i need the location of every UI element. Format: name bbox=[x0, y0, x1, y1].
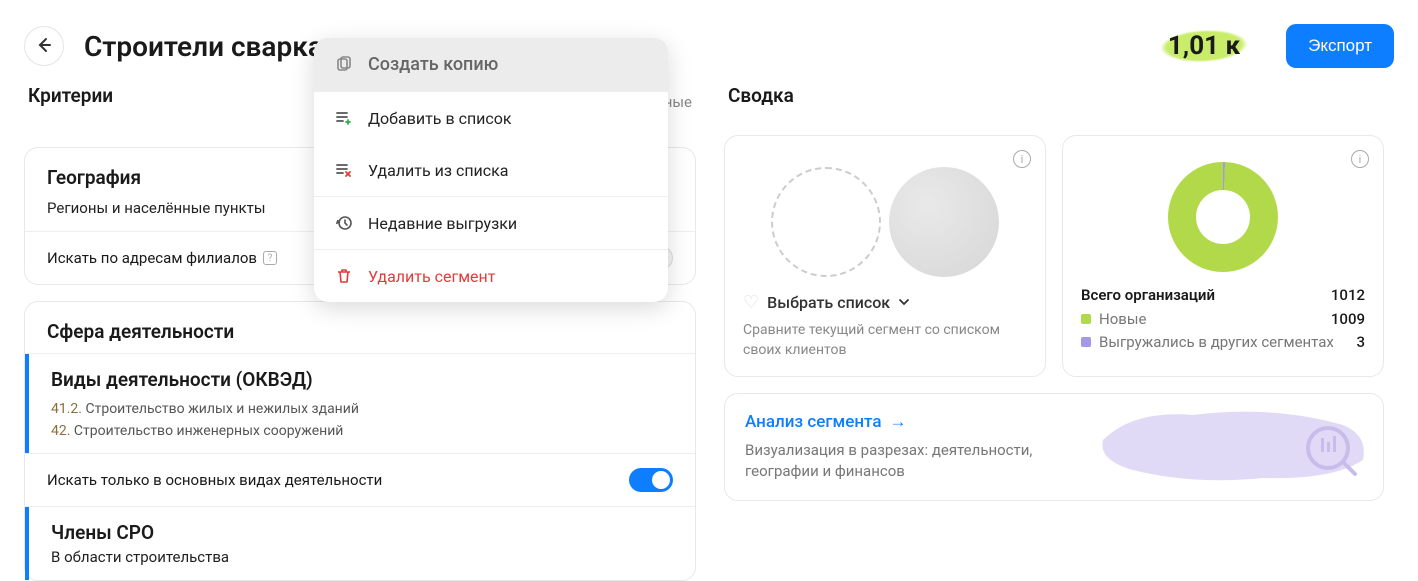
analysis-link[interactable]: Анализ сегмента → bbox=[745, 412, 907, 432]
main-activity-only-toggle[interactable] bbox=[629, 468, 673, 492]
actions-dropdown-menu: Создать копию Добавить в список Удалить … bbox=[314, 38, 668, 302]
main-activity-only-label: Искать только в основных видах деятельно… bbox=[47, 471, 382, 489]
analysis-desc: Визуализация в разрезах: деятельности, г… bbox=[745, 440, 1045, 482]
sro-text: В области строительства bbox=[29, 548, 695, 580]
copy-icon bbox=[334, 55, 354, 75]
branch-search-label: Искать по адресам филиалов bbox=[47, 249, 257, 267]
arrow-right-icon: → bbox=[890, 412, 907, 432]
chevron-down-icon bbox=[898, 293, 910, 312]
summary-heading: Сводка bbox=[724, 84, 1384, 119]
new-orgs-value: 1009 bbox=[1331, 310, 1365, 328]
exported-orgs-value: 3 bbox=[1356, 333, 1365, 351]
sro-title[interactable]: Члены СРО bbox=[29, 507, 695, 548]
criteria-heading: Критерии bbox=[24, 84, 113, 119]
menu-remove-from-list[interactable]: Удалить из списка bbox=[314, 144, 668, 196]
org-count-badge: 1,01 к bbox=[1154, 27, 1254, 65]
compare-list-card: i ♡ Выбрать список Сравните текущий сегм… bbox=[724, 135, 1046, 377]
list-remove-icon bbox=[334, 160, 354, 180]
heart-icon: ♡ bbox=[743, 292, 759, 313]
activity-title: Сфера деятельности bbox=[25, 302, 695, 353]
venn-dashed-circle bbox=[771, 167, 881, 277]
back-button[interactable] bbox=[24, 26, 64, 66]
okved-title[interactable]: Виды деятельности (ОКВЭД) bbox=[29, 354, 695, 401]
select-list-button[interactable]: ♡ Выбрать список bbox=[743, 292, 1027, 313]
info-icon[interactable]: i bbox=[1351, 150, 1369, 168]
arrow-left-icon bbox=[34, 35, 54, 58]
orgs-chart-card: i Всего организаций1012 Новые1009 Выгруж… bbox=[1062, 135, 1384, 377]
compare-hint: Сравните текущий сегмент со списком свои… bbox=[743, 321, 1027, 360]
donut-chart bbox=[1168, 162, 1278, 272]
total-orgs-label: Всего организаций bbox=[1081, 286, 1215, 306]
menu-add-to-list[interactable]: Добавить в список bbox=[314, 92, 668, 144]
okved-item-2: 42. Строительство инженерных сооружений bbox=[29, 423, 695, 453]
question-icon[interactable]: ? bbox=[263, 251, 277, 265]
list-add-icon bbox=[334, 108, 354, 128]
total-orgs-value: 1012 bbox=[1331, 286, 1365, 304]
map-illustration bbox=[1093, 400, 1373, 490]
analysis-card[interactable]: Анализ сегмента → Визуализация в разреза… bbox=[724, 393, 1384, 501]
okved-item-1: 41.2. Строительство жилых и нежилых здан… bbox=[29, 401, 695, 423]
trash-icon bbox=[334, 266, 354, 286]
legend-dot-purple bbox=[1081, 337, 1091, 347]
activity-card: Сфера деятельности Виды деятельности (ОК… bbox=[24, 301, 696, 581]
export-button[interactable]: Экспорт bbox=[1286, 24, 1394, 68]
menu-copy[interactable]: Создать копию bbox=[314, 38, 668, 91]
legend-dot-green bbox=[1081, 314, 1091, 324]
menu-recent-exports[interactable]: Недавние выгрузки bbox=[314, 197, 668, 249]
history-icon bbox=[334, 213, 354, 233]
venn-solid-circle bbox=[889, 167, 999, 277]
menu-delete-segment[interactable]: Удалить сегмент bbox=[314, 250, 668, 302]
